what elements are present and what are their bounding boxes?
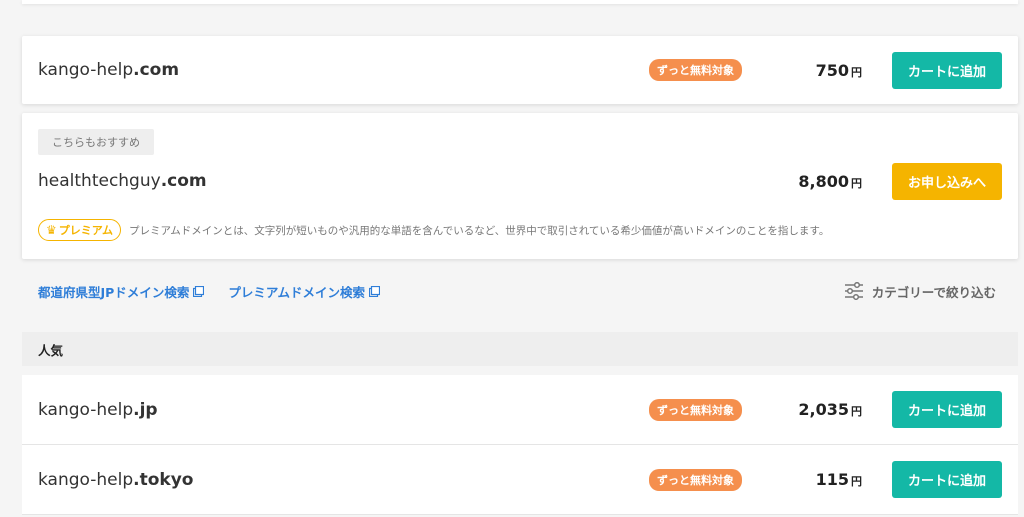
category-filter-button[interactable]: カテゴリーで絞り込む <box>844 282 996 301</box>
suggestion-card: こちらもおすすめ healthtechguy.com 8,800 円 お申し込みへ… <box>22 113 1018 259</box>
free-forever-badge: ずっと無料対象 <box>649 468 742 491</box>
price: 2,035 円 <box>798 400 862 419</box>
premium-info: ♛ プレミアム プレミアムドメインとは、文字列が短いものや汎用的な単語を含んでい… <box>38 219 829 241</box>
sliders-icon <box>844 282 863 300</box>
domain-name: healthtechguy.com <box>38 171 207 191</box>
search-links-row: 都道府県型JPドメイン検索 プレミアムドメイン検索 カテゴリーで絞り込む <box>38 281 996 301</box>
list-item: kango-help.tokyo ずっと無料対象 115 円 カートに追加 <box>22 445 1018 515</box>
free-forever-badge: ずっと無料対象 <box>649 398 742 421</box>
add-to-cart-button[interactable]: カートに追加 <box>892 461 1002 498</box>
recommended-tag: こちらもおすすめ <box>38 129 154 155</box>
price: 115 円 <box>815 470 862 489</box>
premium-badge: ♛ プレミアム <box>38 219 121 241</box>
domain-name: kango-help.com <box>38 60 180 80</box>
price: 8,800 円 <box>798 171 862 191</box>
price: 750 円 <box>815 60 862 80</box>
crown-icon: ♛ <box>46 223 57 237</box>
popular-section-header: 人気 <box>22 332 1018 366</box>
apply-button[interactable]: お申し込みへ <box>892 162 1002 200</box>
external-link-icon <box>193 285 205 297</box>
featured-result-card: kango-help.com ずっと無料対象 750 円 カートに追加 <box>22 36 1018 104</box>
premium-description: プレミアムドメインとは、文字列が短いものや汎用的な単語を含んでいるなど、世界中で… <box>129 224 830 237</box>
domain-name: kango-help.tokyo <box>38 469 194 490</box>
previous-card-edge <box>22 0 1018 4</box>
list-item: kango-help.jp ずっと無料対象 2,035 円 カートに追加 <box>22 375 1018 445</box>
add-to-cart-button[interactable]: カートに追加 <box>892 51 1002 89</box>
external-link-icon <box>368 285 380 297</box>
domain-name: kango-help.jp <box>38 399 158 420</box>
jp-prefecture-search-link[interactable]: 都道府県型JPドメイン検索 <box>38 282 205 301</box>
premium-domain-search-link[interactable]: プレミアムドメイン検索 <box>228 282 380 301</box>
add-to-cart-button[interactable]: カートに追加 <box>892 391 1002 428</box>
free-forever-badge: ずっと無料対象 <box>649 59 742 81</box>
